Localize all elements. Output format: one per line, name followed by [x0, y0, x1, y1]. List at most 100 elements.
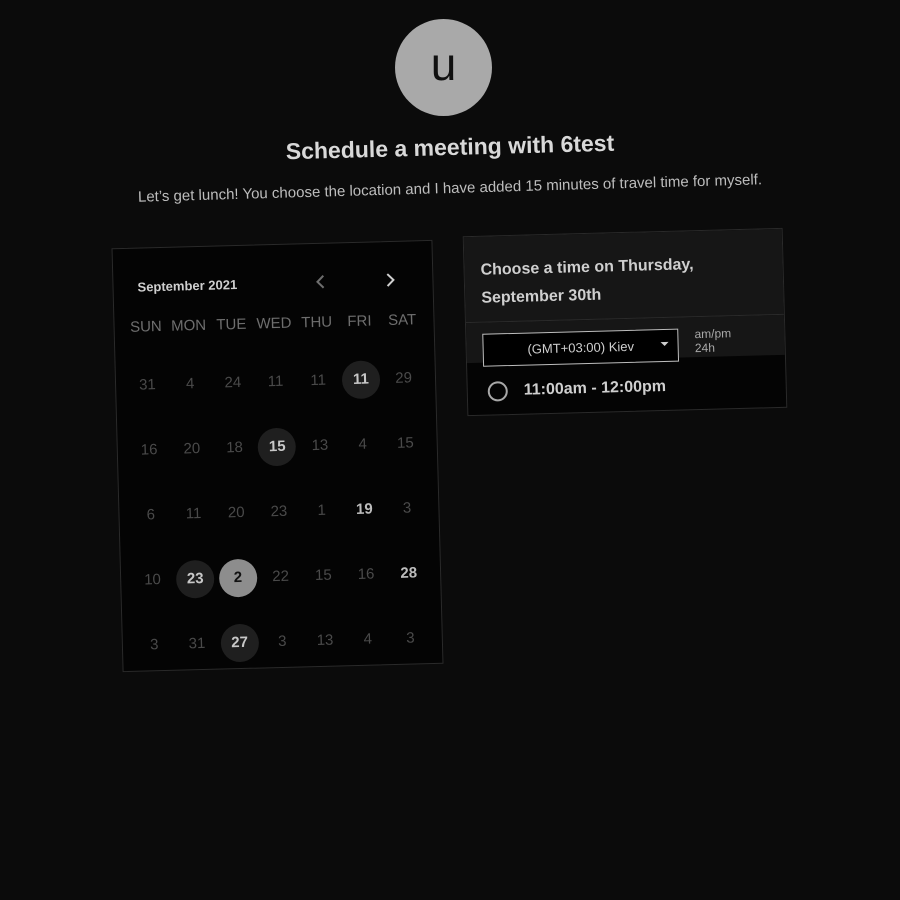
calendar-day[interactable]: 19	[342, 476, 386, 542]
day-grid: 31 4 24 11 11 11 29 16 20 18 15 13 4 15 6 11 20 23 1 19 3 10 2…	[125, 345, 432, 678]
time-slot[interactable]: 11:00am - 12:00pm	[467, 359, 786, 417]
calendar-day: 3	[132, 612, 176, 678]
calendar-day: 18	[212, 415, 256, 481]
day-number: 28	[400, 564, 418, 582]
timezone-value: (GMT+03:00) Kiev	[527, 338, 635, 357]
format-ampm-option[interactable]: am/pm	[694, 326, 731, 341]
calendar-day: 16	[127, 417, 171, 483]
calendar-day: 3	[388, 605, 432, 671]
calendar-day[interactable]: 11	[339, 346, 383, 412]
day-number: 19	[355, 500, 373, 518]
calendar: September 2021 SUN MON TUE WED THU FRI S…	[111, 239, 444, 673]
next-month-button[interactable]	[378, 268, 403, 293]
avatar: u	[395, 19, 492, 116]
calendar-day: 13	[298, 412, 342, 478]
day-number: 15	[396, 434, 414, 452]
time-panel-heading: Choose a time on Thursday, September 30t…	[463, 228, 784, 324]
calendar-day: 29	[381, 345, 425, 411]
calendar-day: 4	[340, 411, 384, 477]
day-number: 13	[311, 436, 329, 455]
day-number: 24	[224, 373, 242, 392]
caret-down-icon	[660, 341, 669, 346]
day-number: 22	[272, 567, 290, 586]
day-number: 2	[218, 558, 258, 598]
day-number: 11	[267, 372, 284, 391]
page-title: Schedule a meeting with 6test	[285, 129, 615, 165]
day-number: 3	[149, 636, 159, 654]
day-number: 11	[341, 359, 381, 399]
weekday-label: TUE	[216, 315, 247, 334]
page-description: Let’s get lunch! You choose the location…	[137, 171, 763, 206]
calendar-day: 22	[258, 543, 302, 609]
time-controls: (GMT+03:00) Kiev am/pm 24h	[465, 314, 785, 367]
chevron-right-icon	[386, 273, 395, 287]
calendar-day: 24	[211, 350, 255, 416]
day-number: 13	[316, 631, 334, 650]
chevron-left-icon	[316, 275, 325, 289]
day-number: 31	[188, 634, 206, 653]
calendar-day: 23	[257, 478, 301, 544]
calendar-day: 3	[260, 608, 304, 674]
calendar-header: September 2021	[137, 268, 403, 299]
format-24h-option[interactable]: 24h	[695, 341, 715, 356]
time-format-toggle: am/pm 24h	[694, 325, 769, 355]
weekday-row: SUN MON TUE WED THU FRI SAT	[124, 311, 423, 336]
calendar-day: 11	[253, 348, 297, 414]
day-number: 11	[310, 371, 327, 390]
calendar-day[interactable]: 27	[217, 610, 261, 676]
calendar-day: 6	[129, 482, 173, 548]
calendar-day: 10	[130, 547, 174, 613]
day-number: 3	[406, 629, 415, 647]
day-number: 15	[314, 566, 332, 585]
calendar-day: 4	[346, 606, 390, 672]
calendar-day[interactable]: 15	[255, 413, 299, 479]
weekday-label: FRI	[347, 312, 372, 331]
calendar-day: 31	[175, 611, 219, 677]
day-number: 4	[358, 435, 368, 453]
timezone-select[interactable]: (GMT+03:00) Kiev	[482, 328, 680, 367]
day-number: 27	[220, 623, 260, 663]
month-label: September 2021	[137, 276, 238, 295]
calendar-day[interactable]: 23	[173, 546, 217, 612]
time-panel: Choose a time on Thursday, September 30t…	[462, 227, 788, 417]
weekday-label: THU	[301, 313, 333, 332]
day-number: 11	[185, 505, 202, 523]
day-number: 20	[183, 440, 201, 458]
day-number: 4	[185, 375, 195, 393]
weekday-label: SAT	[387, 311, 417, 330]
weekday-label: SUN	[129, 317, 162, 336]
calendar-day: 16	[344, 541, 388, 607]
day-number: 3	[402, 499, 412, 517]
weekday-label: WED	[256, 314, 292, 333]
day-number: 23	[270, 502, 288, 521]
calendar-day: 20	[214, 480, 258, 546]
day-number: 4	[363, 630, 373, 648]
day-number: 6	[146, 506, 156, 524]
radio-button[interactable]	[487, 381, 509, 402]
day-number: 3	[277, 632, 287, 651]
prev-month-button[interactable]	[308, 270, 333, 295]
day-number: 20	[227, 503, 245, 522]
day-number: 15	[257, 427, 297, 466]
calendar-day-selected[interactable]: 2	[216, 545, 260, 611]
calendar-day: 13	[303, 607, 347, 673]
avatar-letter: u	[430, 37, 457, 90]
time-slot-label: 11:00am - 12:00pm	[523, 377, 667, 399]
calendar-day: 15	[383, 410, 427, 476]
day-number: 10	[143, 571, 162, 589]
day-number: 1	[317, 501, 327, 519]
day-number: 16	[357, 565, 375, 583]
calendar-day: 3	[385, 475, 429, 541]
booking-page: u Schedule a meeting with 6test Let’s ge…	[0, 0, 900, 900]
calendar-day: 4	[168, 351, 212, 417]
calendar-day: 31	[125, 352, 169, 418]
calendar-day: 15	[301, 542, 345, 608]
calendar-day: 1	[299, 477, 343, 543]
day-number: 23	[175, 559, 215, 599]
calendar-day[interactable]: 28	[387, 540, 431, 606]
weekday-label: MON	[170, 316, 207, 335]
calendar-day: 11	[296, 347, 340, 413]
day-number: 18	[225, 438, 244, 457]
day-number: 31	[138, 376, 157, 394]
day-number: 16	[140, 441, 158, 459]
